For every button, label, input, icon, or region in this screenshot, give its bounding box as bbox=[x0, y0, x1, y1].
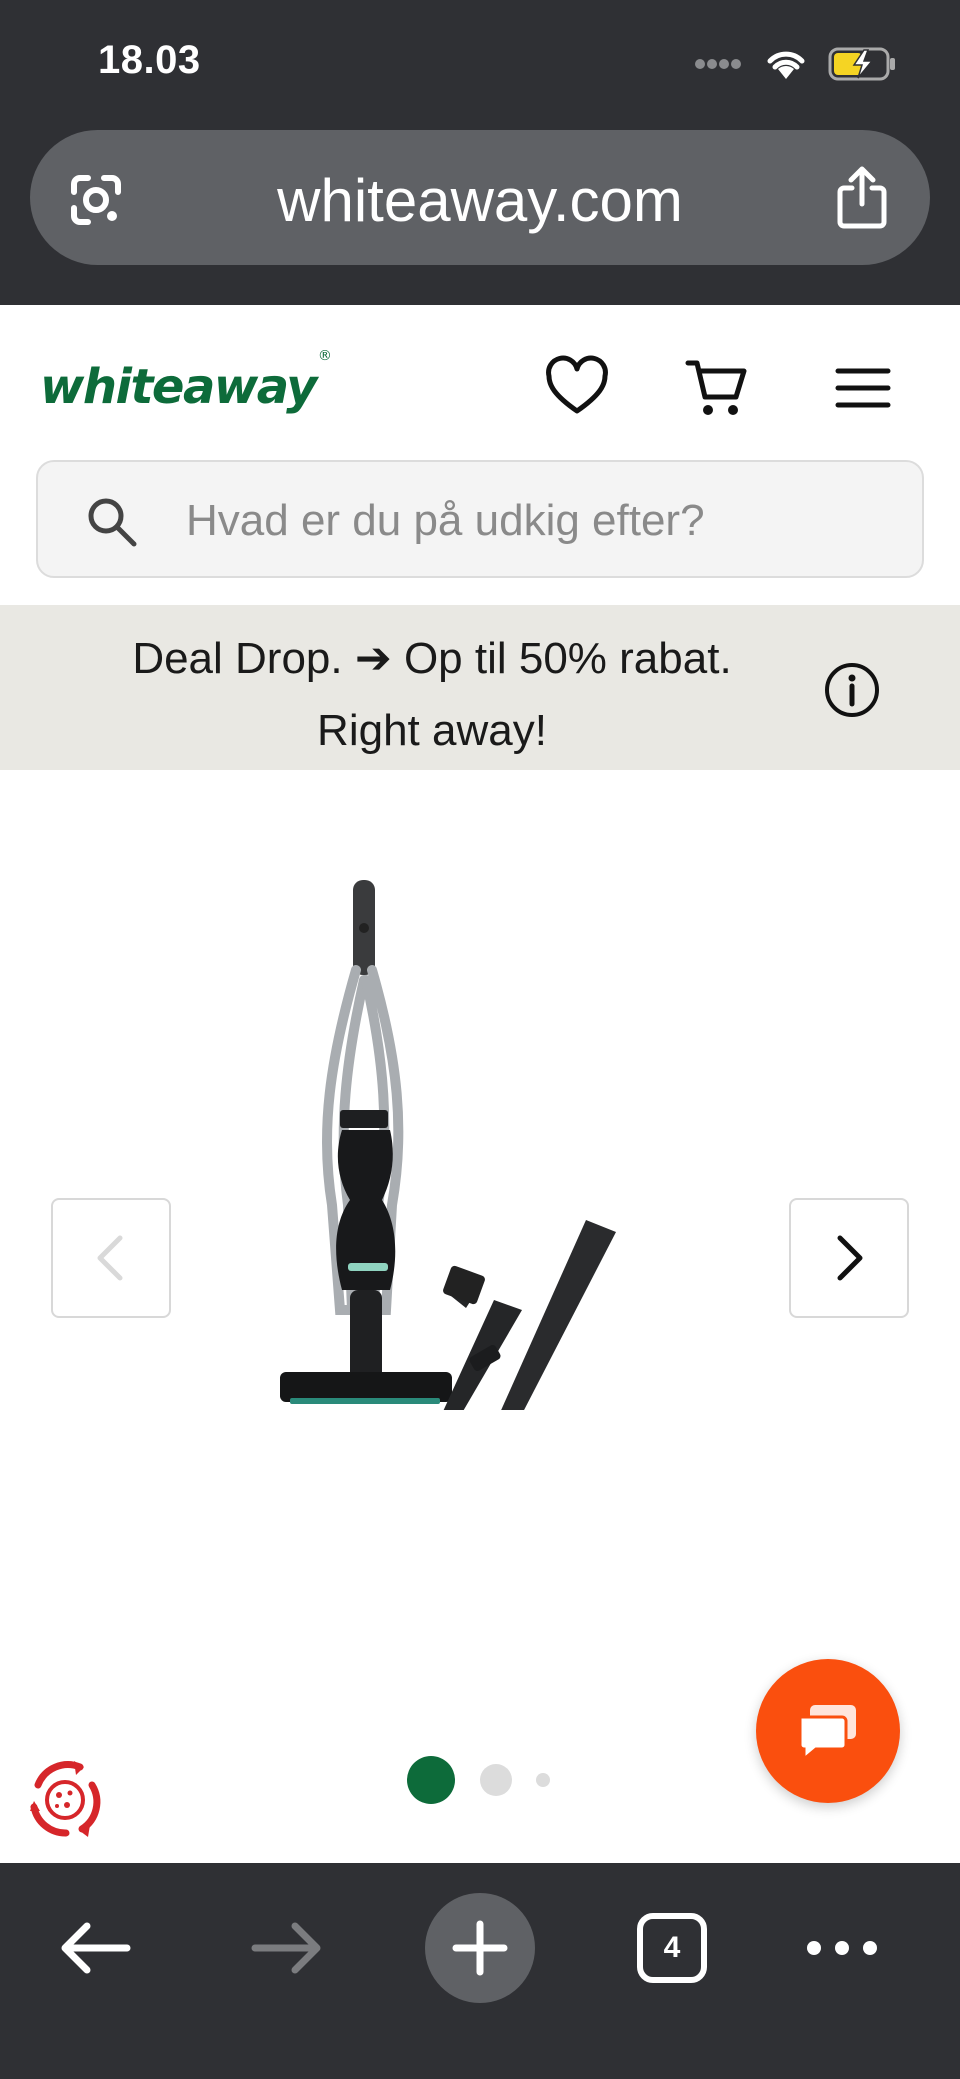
deal-banner[interactable]: Deal Drop. ➔ Op til 50% rabat. Right awa… bbox=[0, 605, 960, 770]
chat-button[interactable] bbox=[756, 1659, 900, 1803]
heart-icon[interactable] bbox=[544, 355, 610, 421]
search-icon bbox=[88, 498, 137, 547]
gallery-prev-button[interactable] bbox=[51, 1198, 171, 1318]
search-input[interactable]: Hvad er du på udkig efter? bbox=[36, 460, 924, 578]
chevron-left-icon bbox=[97, 1235, 123, 1281]
wifi-icon bbox=[767, 51, 805, 79]
site-header: whiteaway® Hvad er du på udkig efter? bbox=[0, 305, 960, 605]
whiteaway-logo[interactable]: whiteaway® bbox=[40, 348, 332, 415]
plus-icon bbox=[452, 1920, 508, 1976]
back-button[interactable] bbox=[40, 1893, 150, 2003]
url-text[interactable]: whiteaway.com bbox=[30, 166, 930, 235]
browser-bottom-toolbar: 4 bbox=[0, 1863, 960, 2079]
new-tab-button[interactable] bbox=[425, 1893, 535, 2003]
deal-line-1: Deal Drop. ➔ Op til 50% rabat. bbox=[132, 634, 732, 683]
gallery-dot[interactable] bbox=[480, 1764, 512, 1796]
gallery-next-button[interactable] bbox=[789, 1198, 909, 1318]
deal-line-2: Right away! bbox=[317, 706, 547, 755]
arrow-right-icon bbox=[251, 1922, 321, 1974]
gallery-dot-active[interactable] bbox=[407, 1756, 455, 1804]
tabs-button[interactable]: 4 bbox=[617, 1893, 727, 2003]
browser-top-bar: 18.03 whiteaway.com bbox=[0, 0, 960, 305]
url-bar[interactable]: whiteaway.com bbox=[30, 130, 930, 265]
chevron-right-icon bbox=[837, 1235, 863, 1281]
chat-icon bbox=[798, 1705, 856, 1761]
signal-icon bbox=[695, 59, 741, 69]
status-icons bbox=[694, 44, 898, 84]
share-icon[interactable] bbox=[832, 164, 892, 230]
forward-button[interactable] bbox=[232, 1893, 342, 2003]
search-placeholder: Hvad er du på udkig efter? bbox=[186, 496, 705, 545]
gallery-dot[interactable] bbox=[536, 1773, 550, 1787]
arrow-left-icon bbox=[61, 1922, 131, 1974]
cart-icon[interactable] bbox=[684, 355, 750, 421]
menu-icon[interactable] bbox=[830, 355, 896, 421]
product-image[interactable] bbox=[270, 880, 690, 1410]
info-icon[interactable] bbox=[822, 660, 882, 720]
deal-banner-text: Deal Drop. ➔ Op til 50% rabat. Right awa… bbox=[70, 623, 794, 767]
status-time: 18.03 bbox=[98, 38, 201, 82]
battery-charging-icon bbox=[828, 47, 895, 81]
tab-count: 4 bbox=[637, 1913, 707, 1983]
more-dots-icon bbox=[807, 1941, 877, 1955]
cookie-consent-icon[interactable] bbox=[20, 1755, 110, 1845]
more-menu-button[interactable] bbox=[787, 1893, 897, 2003]
